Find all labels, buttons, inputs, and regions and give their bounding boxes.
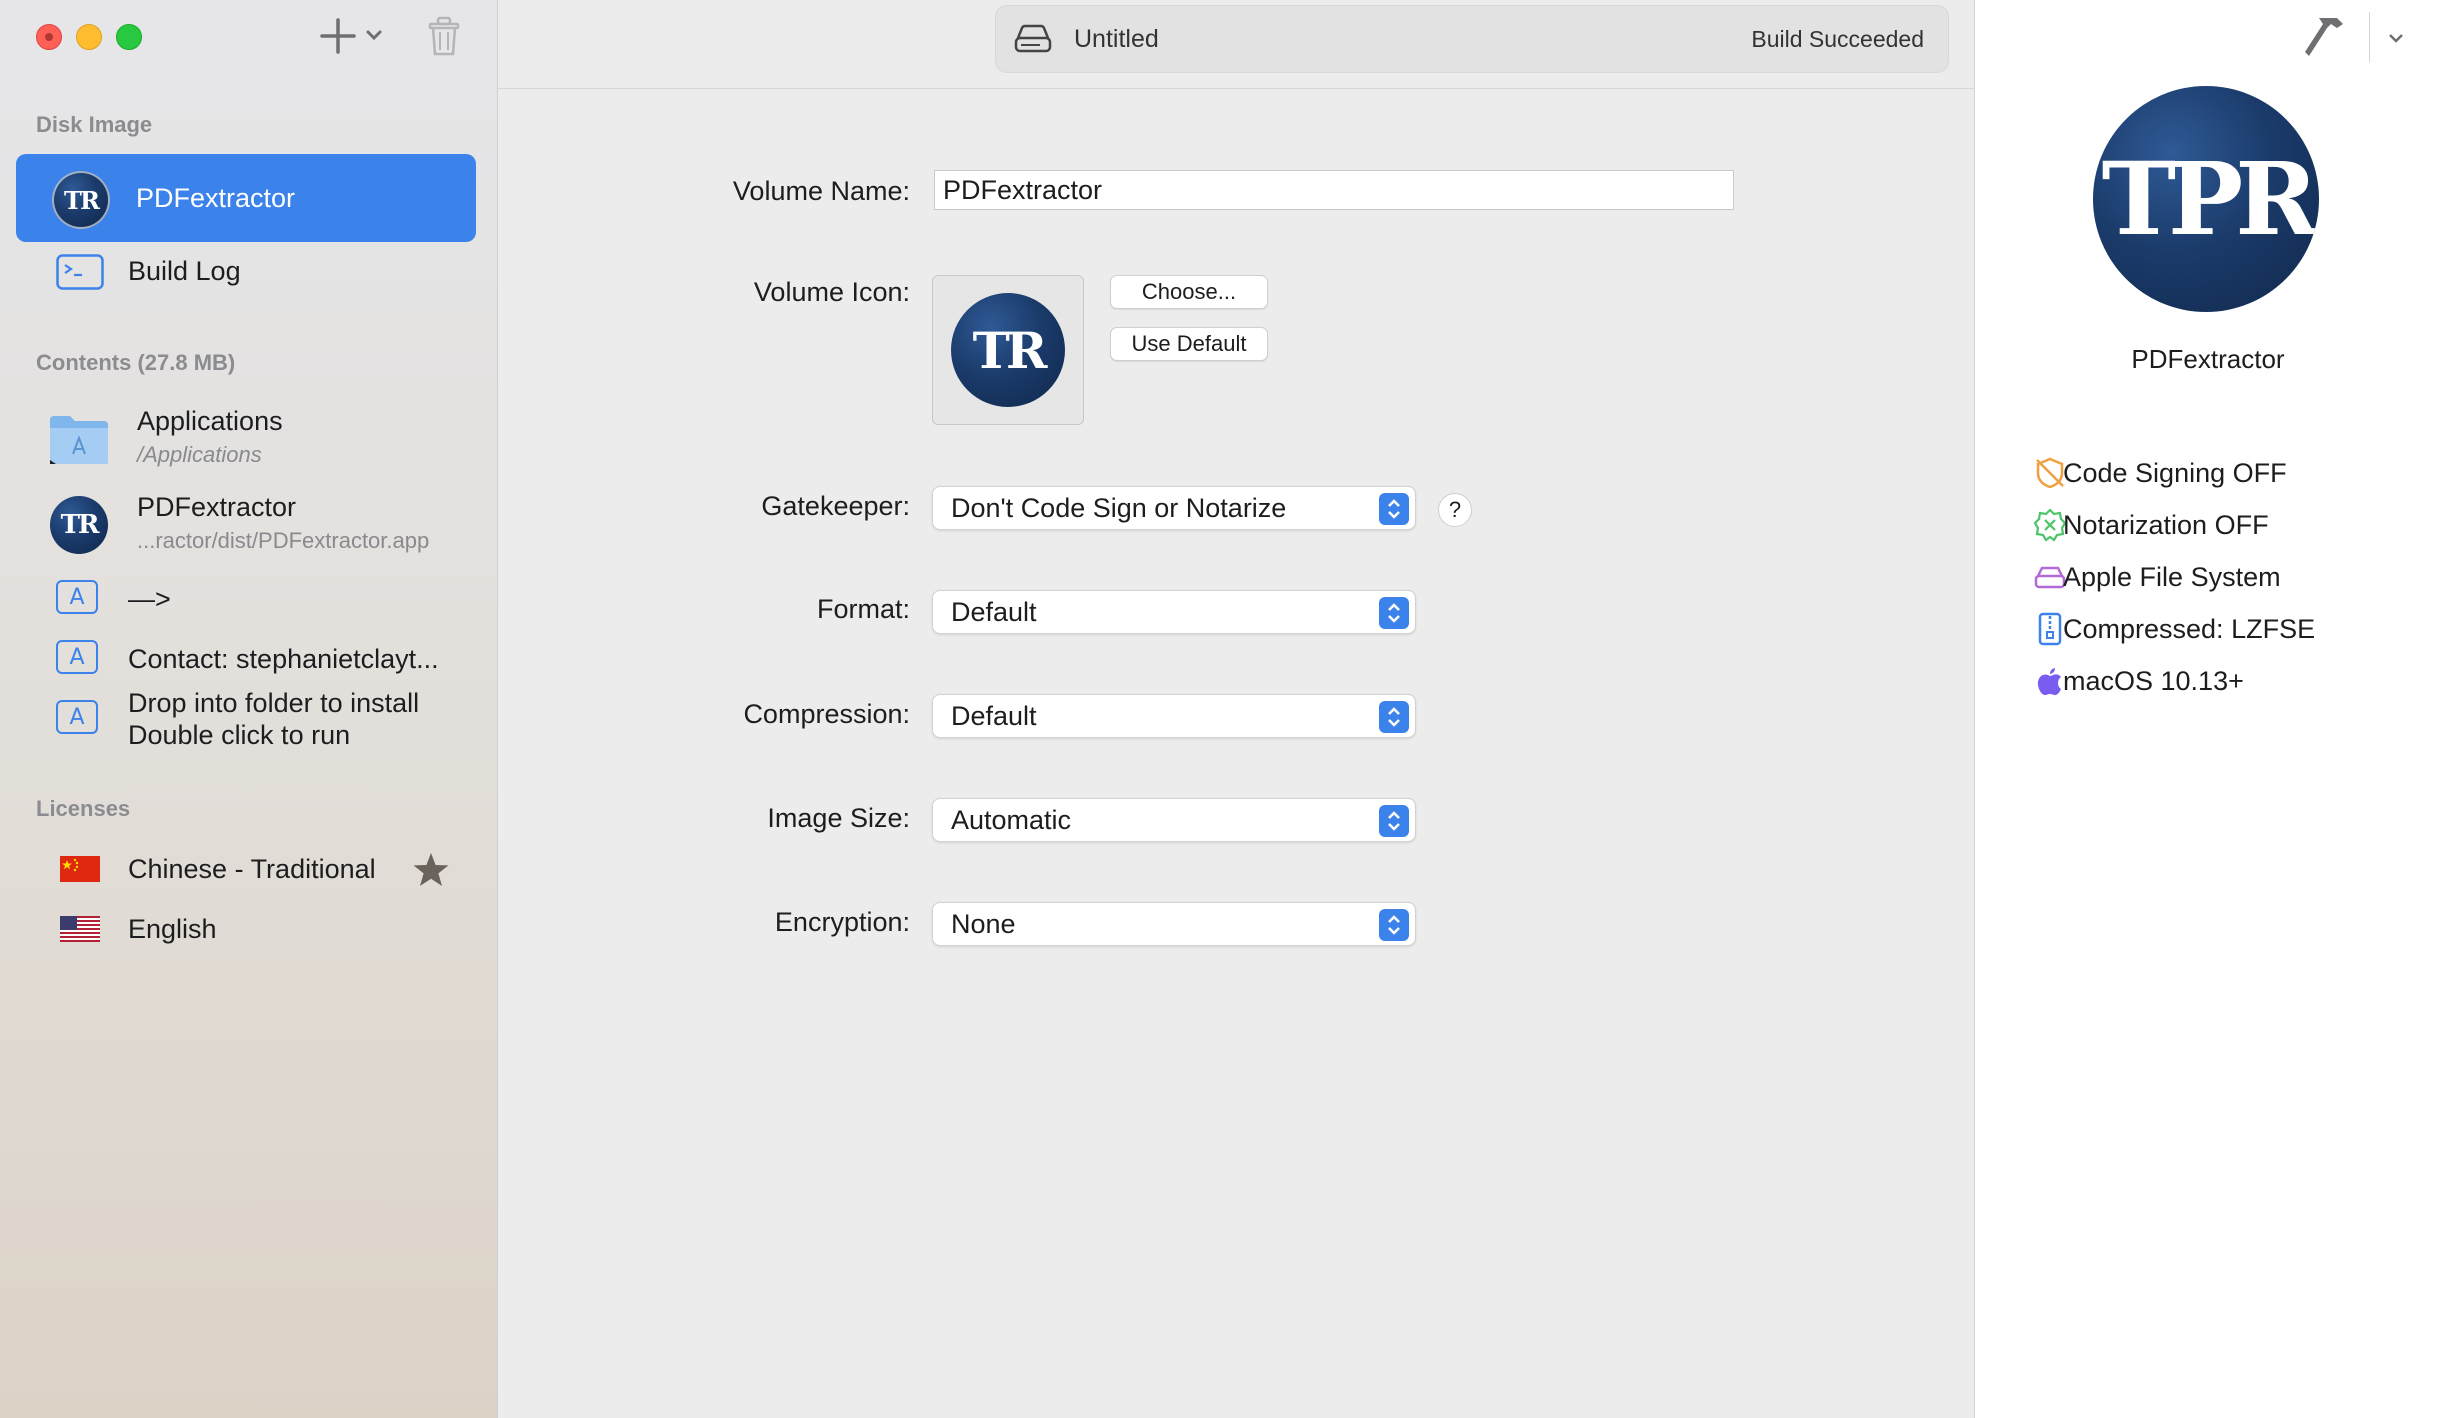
sidebar-item-subtitle: ...ractor/dist/PDFextractor.app — [137, 528, 430, 553]
sidebar-item-arrow-text[interactable]: A —> — [16, 576, 476, 622]
app-logo-large: TPR — [2093, 86, 2319, 312]
sidebar-item-label: —> — [128, 584, 171, 614]
chevron-updown-icon — [1379, 493, 1409, 525]
build-status-text: Build Succeeded — [1751, 26, 1924, 52]
info-label: Apple File System — [2063, 562, 2281, 592]
sidebar-item-label: Applications — [137, 406, 283, 436]
zoom-window-button[interactable] — [116, 24, 142, 50]
zip-icon — [2038, 612, 2062, 646]
chevron-updown-icon — [1379, 805, 1409, 837]
drive-icon — [2034, 566, 2066, 589]
text-icon: A — [56, 640, 98, 674]
apple-icon — [2037, 668, 2061, 696]
logo-text: TPR — [2101, 140, 2319, 258]
text-icon: A — [56, 700, 98, 734]
gatekeeper-label: Gatekeeper: — [761, 491, 910, 521]
trash-icon — [428, 16, 460, 56]
sidebar-item-contact-text[interactable]: A Contact: stephanietclayt... — [16, 636, 476, 682]
info-label: Compressed: LZFSE — [2063, 614, 2316, 644]
us-flag-icon — [60, 916, 100, 942]
sidebar-item-instructions-text[interactable]: A Drop into folder to install Double cli… — [16, 688, 476, 756]
notarization-off-icon — [2033, 508, 2067, 542]
sidebar-item-pdfextractor-app[interactable]: TR PDFextractor ...ractor/dist/PDFextrac… — [16, 488, 476, 562]
chevron-updown-icon — [1379, 597, 1409, 629]
sidebar-item-label: Contact: stephanietclayt... — [128, 644, 439, 674]
code-signing-off-icon — [2036, 457, 2064, 489]
sidebar-item-label: Drop into folder to install — [128, 688, 420, 718]
section-header-contents: Contents (27.8 MB) — [36, 350, 236, 375]
star-icon[interactable] — [412, 852, 450, 888]
sidebar-item-label: English — [128, 914, 217, 944]
format-select[interactable]: Default — [932, 590, 1416, 634]
add-item-button[interactable] — [318, 16, 388, 56]
sidebar-item-label: Chinese - Traditional — [128, 854, 376, 884]
inspector-panel: TPR PDFextractor Code Signing OFF Notari… — [1974, 0, 2440, 1418]
encryption-value: None — [951, 909, 1016, 939]
gatekeeper-help-button[interactable]: ? — [1438, 493, 1472, 527]
volume-name-field[interactable] — [934, 170, 1734, 210]
gatekeeper-select[interactable]: Don't Code Sign or Notarize — [932, 486, 1416, 530]
build-status-bar: Untitled Build Succeeded — [995, 5, 1949, 73]
document-title: Untitled — [1074, 25, 1159, 53]
china-flag-icon — [60, 856, 100, 882]
terminal-icon — [56, 254, 104, 290]
sidebar-item-build-log[interactable]: Build Log — [16, 246, 476, 298]
sidebar-item-applications[interactable]: Applications /Applications — [16, 400, 476, 474]
sidebar-item-license-english[interactable]: English — [16, 906, 476, 952]
volume-icon-label: Volume Icon: — [753, 277, 910, 307]
app-logo-icon: TR — [52, 171, 110, 229]
image-size-select[interactable]: Automatic — [932, 798, 1416, 842]
section-header-licenses: Licenses — [36, 796, 131, 821]
compression-select[interactable]: Default — [932, 694, 1416, 738]
build-button[interactable] — [2301, 12, 2361, 62]
gatekeeper-value: Don't Code Sign or Notarize — [951, 493, 1287, 523]
toolbar-divider — [498, 88, 1974, 89]
info-label: macOS 10.13+ — [2063, 666, 2244, 696]
hammer-icon — [2305, 18, 2343, 56]
section-header-disk-image: Disk Image — [36, 112, 153, 137]
sidebar-item-label: Build Log — [128, 256, 241, 286]
sidebar-item-label: PDFextractor — [137, 492, 297, 522]
use-default-icon-button[interactable]: Use Default — [1110, 327, 1268, 361]
image-size-label: Image Size: — [767, 803, 910, 833]
toolbar-separator — [2369, 12, 2370, 62]
compression-value: Default — [951, 701, 1037, 731]
sidebar-item-label-line2: Double click to run — [128, 720, 351, 750]
chevron-updown-icon — [1379, 701, 1409, 733]
disk-icon — [1014, 24, 1052, 53]
chevron-updown-icon — [1379, 909, 1409, 941]
minimize-window-button[interactable] — [76, 24, 102, 50]
app-logo-icon: TR — [951, 293, 1065, 407]
format-label: Format: — [816, 594, 910, 624]
sidebar: Disk Image TR PDFextractor Build Log Con… — [0, 0, 498, 1418]
compression-label: Compression: — [743, 699, 910, 729]
sidebar-item-label: PDFextractor — [136, 183, 296, 213]
build-menu-button[interactable] — [2383, 26, 2409, 50]
text-icon: A — [56, 580, 98, 614]
image-size-value: Automatic — [951, 805, 1072, 835]
encryption-select[interactable]: None — [932, 902, 1416, 946]
format-value: Default — [951, 597, 1037, 627]
volume-icon-well[interactable]: TR — [932, 275, 1084, 425]
sidebar-item-pdfextractor[interactable]: TR PDFextractor — [16, 154, 476, 242]
sidebar-item-license-chinese[interactable]: Chinese - Traditional — [16, 846, 476, 892]
applications-folder-icon — [50, 416, 108, 464]
plus-icon — [320, 18, 382, 54]
volume-name-label: Volume Name: — [732, 176, 910, 206]
choose-icon-button[interactable]: Choose... — [1110, 275, 1268, 309]
info-label: Notarization OFF — [2063, 510, 2269, 540]
chevron-down-icon — [2389, 34, 2403, 43]
inspector-app-name: PDFextractor — [2131, 344, 2285, 374]
encryption-label: Encryption: — [774, 907, 910, 937]
app-logo-icon: TR — [50, 496, 108, 554]
sidebar-item-subtitle: /Applications — [137, 442, 262, 467]
info-label: Code Signing OFF — [2063, 458, 2287, 488]
close-window-button[interactable] — [36, 24, 62, 50]
trash-button[interactable] — [424, 14, 464, 58]
